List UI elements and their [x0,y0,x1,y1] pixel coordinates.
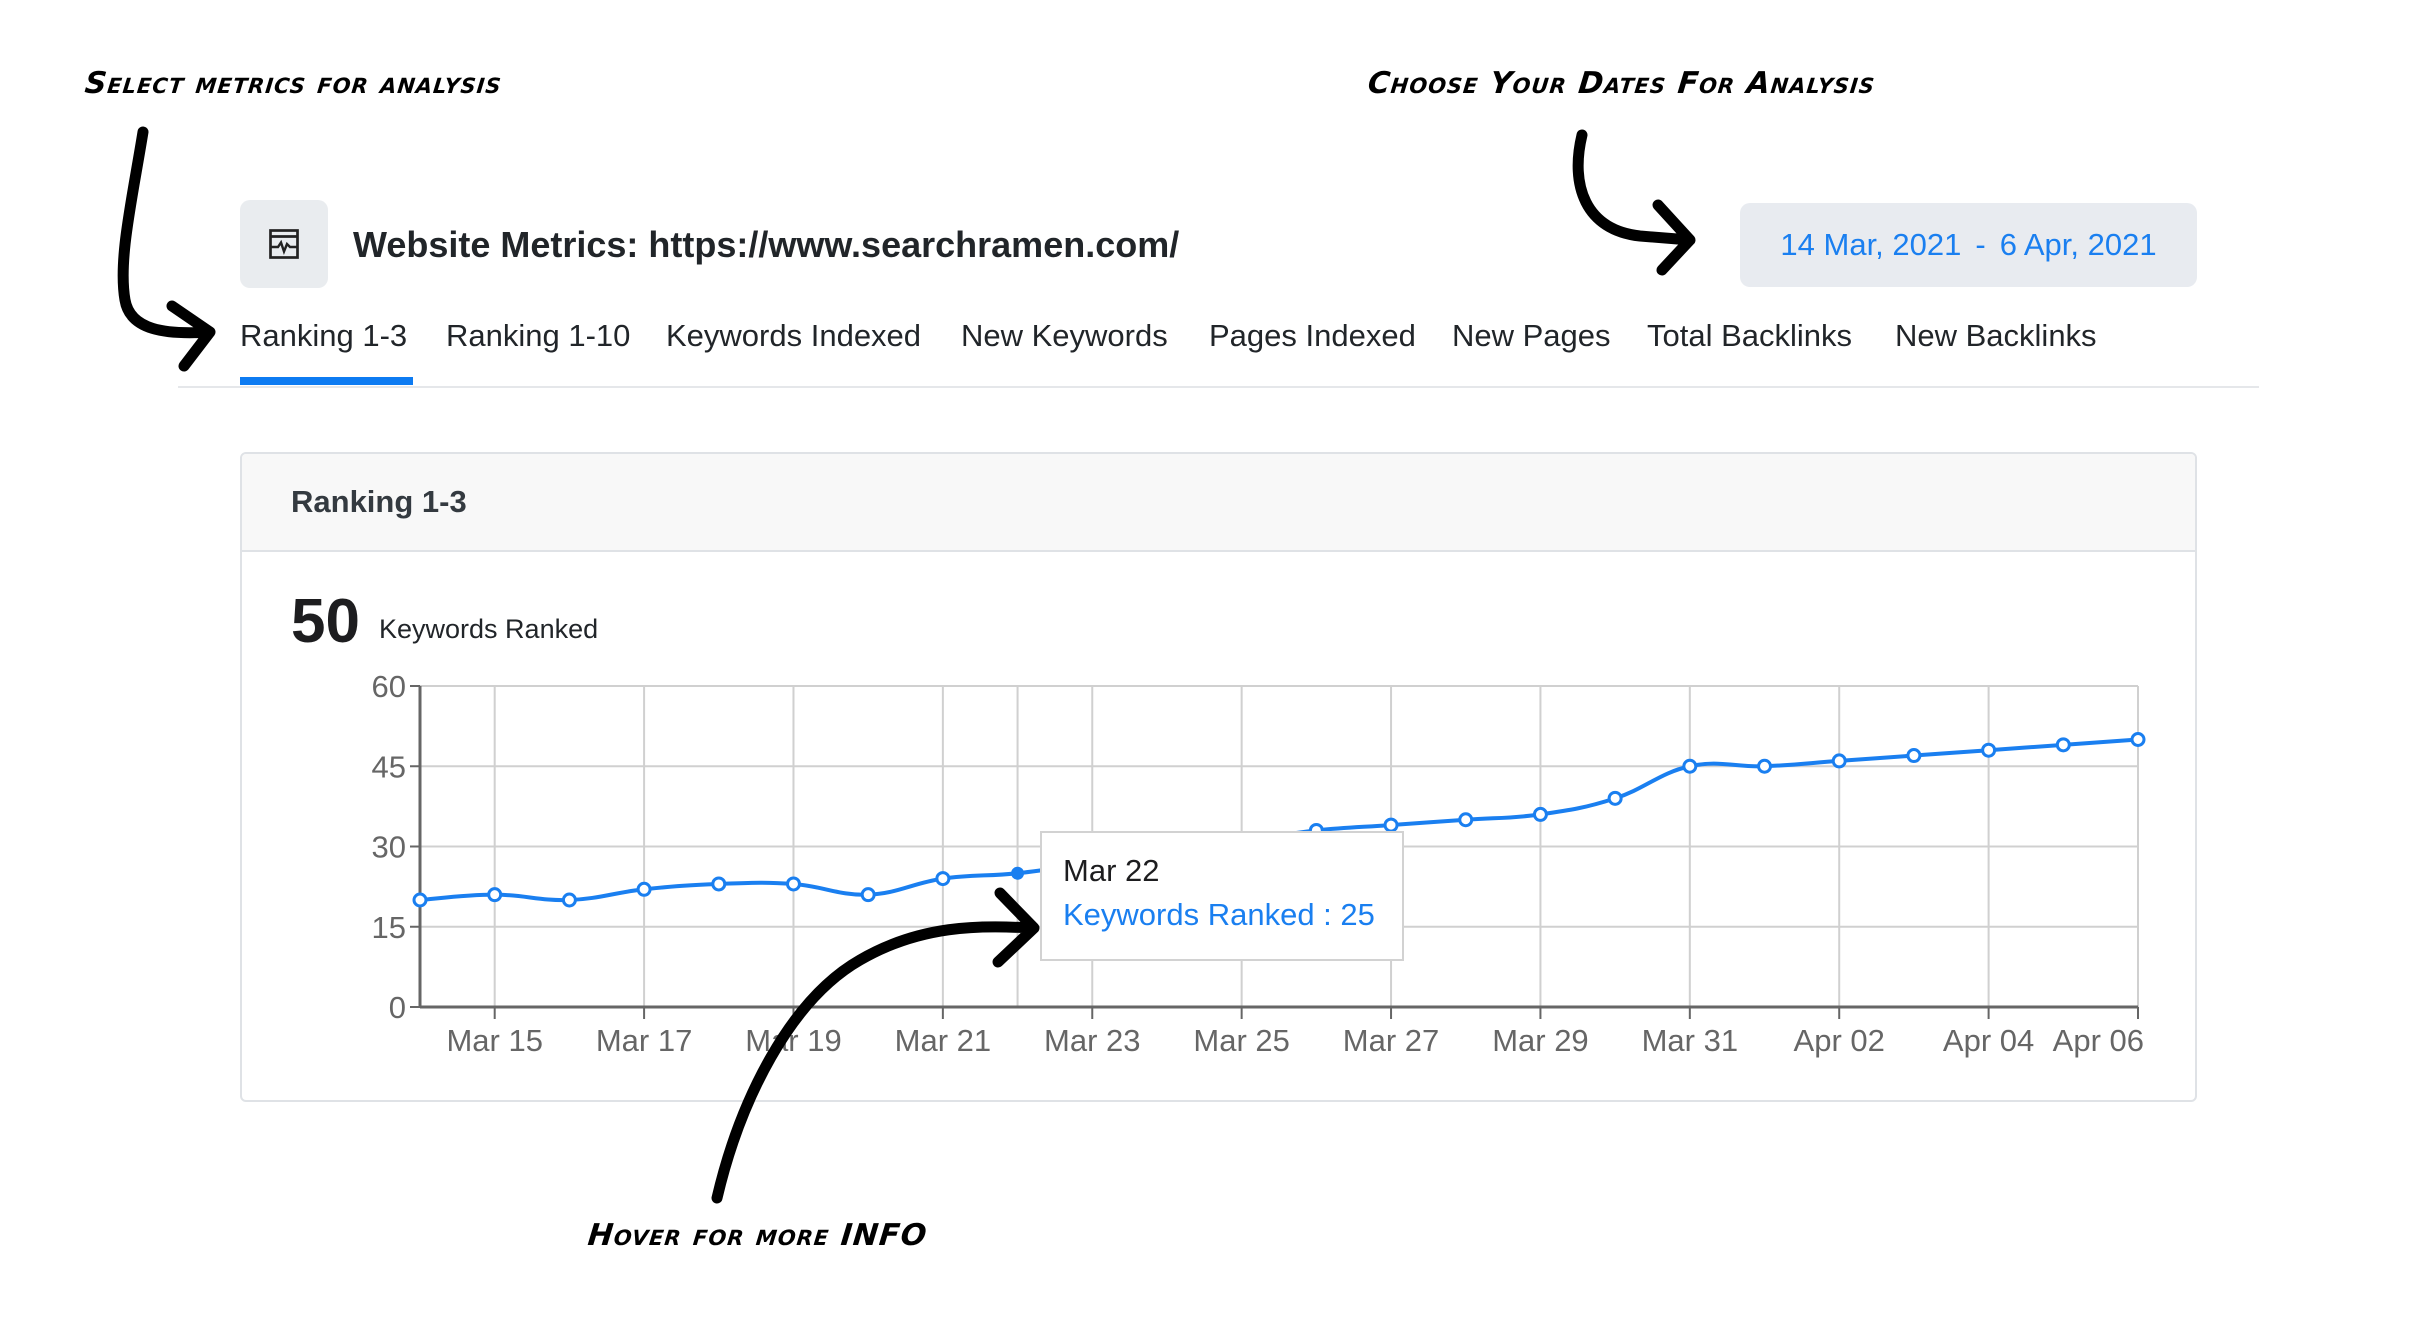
x-tick-label: Apr 04 [1943,1023,2034,1058]
x-tick-label: Mar 17 [596,1023,692,1058]
data-point [1831,753,1847,769]
data-point [2055,737,2071,753]
data-point [1757,758,1773,774]
x-tick-label: Mar 29 [1492,1023,1588,1058]
data-point [1607,790,1623,806]
y-tick-label: 30 [372,830,406,865]
y-tick-label: 45 [372,749,406,784]
x-tick-label: Mar 15 [446,1023,542,1058]
data-point [636,881,652,897]
data-point [860,887,876,903]
tooltip-value: Keywords Ranked : 25 [1063,897,1375,932]
x-tick-label: Mar 31 [1642,1023,1738,1058]
x-axis-labels: Mar 15 Mar 17 Mar 19 Mar 21 Mar 23 Mar 25 Mar … [446,1023,2144,1058]
data-point [561,892,577,908]
x-tick-label: Mar 19 [745,1023,841,1058]
data-point [2130,732,2146,747]
data-point [935,871,951,887]
data-point [412,892,428,908]
x-tick-label: Apr 06 [2053,1023,2144,1058]
y-tick-label: 0 [389,990,406,1025]
x-tick-label: Mar 25 [1193,1023,1289,1058]
chart-tooltip: Mar 22 Keywords Ranked : 25 [1040,831,1404,961]
data-point [1906,748,1922,764]
data-point [1011,866,1025,880]
y-tick-label: 15 [372,910,406,945]
data-point [785,876,801,892]
data-point [1458,812,1474,828]
data-point [487,887,503,903]
data-point [711,876,727,892]
data-point [1682,758,1698,774]
x-tick-label: Apr 02 [1794,1023,1885,1058]
data-point [1981,742,1997,758]
x-tick-label: Mar 21 [895,1023,991,1058]
data-point [1383,817,1399,833]
tooltip-date: Mar 22 [1063,853,1160,888]
x-tick-label: Mar 23 [1044,1023,1140,1058]
line-chart: 0 15 30 45 60 Mar 15 Mar 17 Mar 19 Mar 21 Mar 23… [372,669,2146,1058]
y-axis-labels: 0 15 30 45 60 [372,669,406,1025]
y-tick-label: 60 [372,669,406,704]
data-point [1532,806,1548,822]
x-tick-label: Mar 27 [1343,1023,1439,1058]
